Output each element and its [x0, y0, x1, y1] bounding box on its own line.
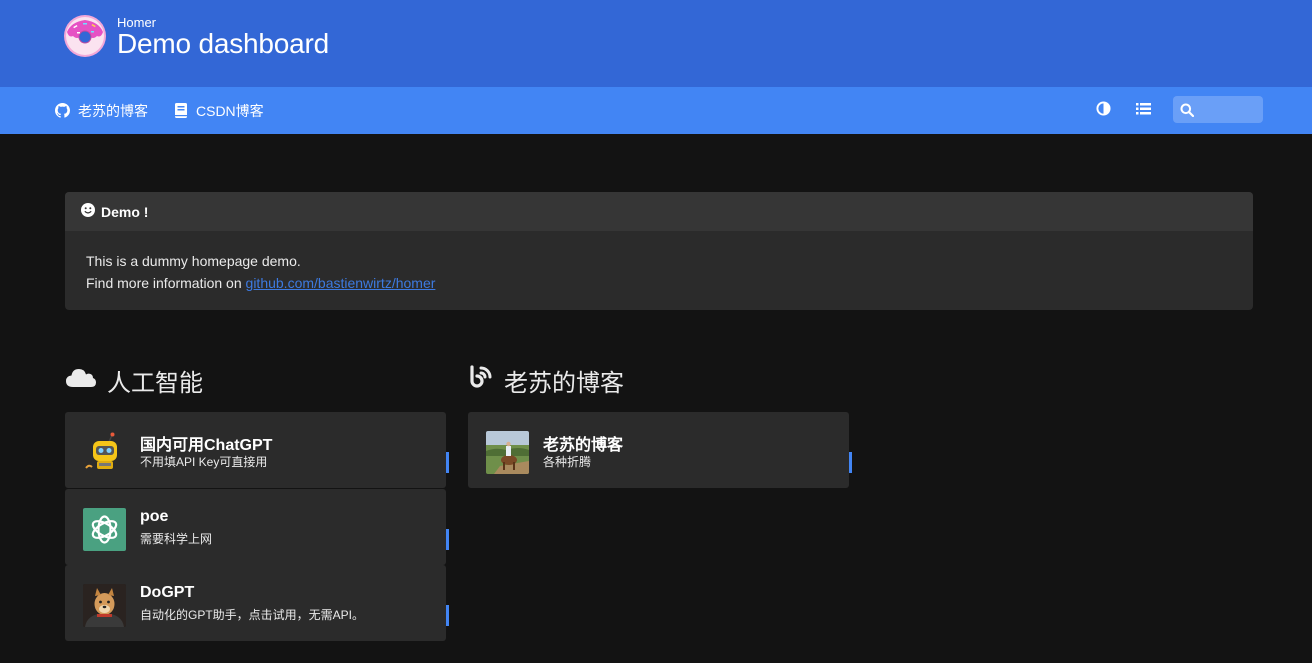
- blog-icon: [469, 364, 494, 396]
- group-title-blog: 老苏的博客: [469, 364, 624, 397]
- message-title: Demo !: [101, 203, 149, 220]
- book-icon: [175, 103, 188, 118]
- nav-link-label: CSDN博客: [196, 102, 264, 119]
- service-card-chatgpt[interactable]: 国内可用ChatGPT 不用填API Key可直接用: [65, 412, 449, 488]
- list-icon: [1135, 102, 1151, 120]
- message-header: Demo !: [65, 192, 1253, 231]
- nav-link-csdn[interactable]: CSDN博客: [175, 87, 264, 134]
- header: Homer Demo dashboard: [0, 0, 1312, 87]
- horse-photo-icon: [486, 431, 529, 474]
- homer-github-link[interactable]: github.com/bastienwirtz/homer: [246, 275, 436, 291]
- service-subtitle: 不用填API Key可直接用: [140, 455, 268, 469]
- service-name: 老苏的博客: [543, 437, 624, 454]
- dashboard-title: Demo dashboard: [117, 28, 329, 59]
- service-subtitle: 各种折腾: [543, 455, 592, 469]
- search-input[interactable]: [1201, 99, 1259, 120]
- group-title-ai: 人工智能: [65, 364, 203, 397]
- robot-icon: [83, 431, 126, 474]
- nav-link-blog[interactable]: 老苏的博客: [55, 87, 148, 134]
- nav-link-label: 老苏的博客: [78, 102, 148, 119]
- group-title-label: 人工智能: [107, 369, 203, 397]
- service-card-laosu-blog[interactable]: 老苏的博客 各种折腾: [468, 412, 852, 488]
- card-accent: [446, 452, 449, 473]
- card-accent: [446, 605, 449, 626]
- service-name: DoGPT: [140, 584, 195, 601]
- service-card-dogpt[interactable]: DoGPT 自动化的GPT助手，点击试用，无需API。: [65, 565, 449, 641]
- theme-toggle-button[interactable]: [1092, 100, 1114, 122]
- search-box[interactable]: [1173, 96, 1263, 123]
- message-line: This is a dummy homepage demo.: [86, 253, 301, 269]
- homer-logo-icon: [63, 14, 107, 58]
- message-body: This is a dummy homepage demo. Find more…: [65, 231, 1253, 310]
- message-text: Find more information on: [86, 275, 246, 291]
- navbar: 老苏的博客 CSDN博客: [0, 87, 1312, 134]
- openai-icon: [83, 508, 126, 551]
- service-subtitle: 自动化的GPT助手，点击试用，无需API。: [140, 608, 365, 622]
- half-circle-icon: [1095, 101, 1111, 121]
- card-accent: [446, 529, 449, 550]
- service-subtitle: 需要科学上网: [140, 532, 213, 546]
- message-line: Find more information on github.com/bast…: [86, 272, 1232, 294]
- doge-avatar-icon: [83, 584, 126, 627]
- cloud-icon: [65, 366, 97, 395]
- message-box: Demo ! This is a dummy homepage demo. Fi…: [65, 192, 1253, 310]
- service-name: poe: [140, 508, 169, 525]
- service-card-poe[interactable]: poe 需要科学上网: [65, 489, 449, 565]
- smile-icon: [81, 203, 95, 220]
- group-title-label: 老苏的博客: [504, 369, 624, 397]
- layout-toggle-button[interactable]: [1132, 100, 1154, 122]
- service-name: 国内可用ChatGPT: [140, 437, 273, 454]
- card-accent: [849, 452, 852, 473]
- github-icon: [55, 103, 70, 118]
